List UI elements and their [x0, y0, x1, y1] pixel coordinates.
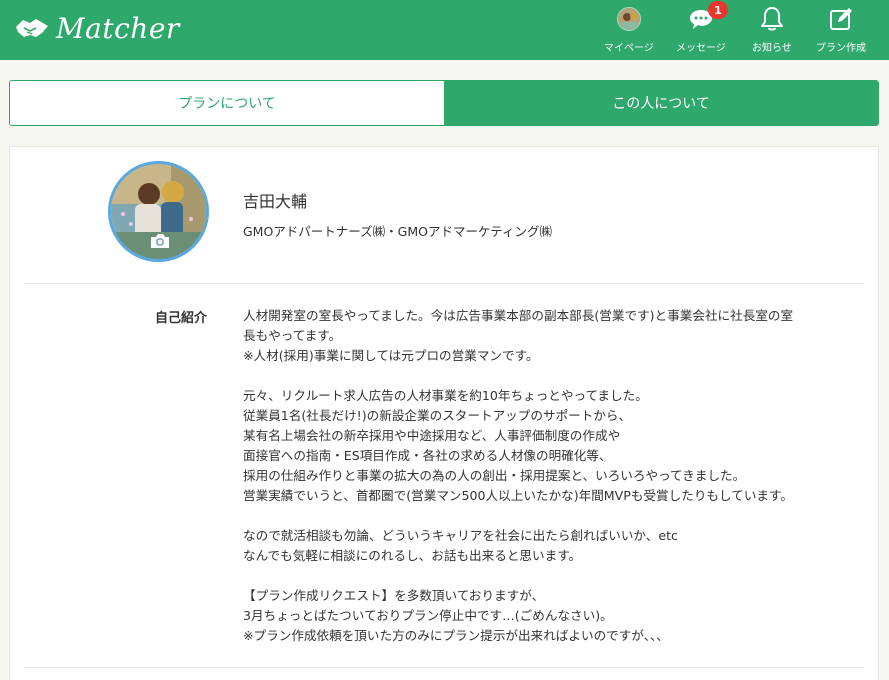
- intro-line: 長もやってます。: [243, 328, 342, 343]
- logo[interactable]: Matcher: [14, 8, 180, 48]
- intro-blank-line: [243, 506, 863, 526]
- intro-line: なので就活相談も勿論、どういうキャリアを社会に出たら創ればいいか、etc: [243, 528, 678, 543]
- intro-line: なんでも気軽に相談にのれるし、お話も出来ると思います。: [243, 548, 582, 563]
- intro-line: 採用の仕組み作りと事業の拡大の為の人の創出・採用提案と、いろいろやってきました。: [243, 468, 746, 483]
- logo-text: Matcher: [56, 11, 180, 45]
- app-header: Matcher マイページ 1 メッセージ お知らせ プラン作成: [0, 0, 889, 60]
- intro-line: 人材開発室の室長やってました。今は広告事業本部の副本部長(営業です)と事業会社に…: [243, 308, 794, 323]
- intro-line: 面接官への指南・ES項目作成・各社の求める人材像の明確化等、: [243, 448, 612, 463]
- profile-name: 吉田大輔: [243, 192, 308, 211]
- nav-mypage[interactable]: マイページ: [604, 4, 654, 56]
- intro-label: 自己紹介: [155, 311, 208, 326]
- message-badge: 1: [707, 1, 728, 19]
- bell-icon: [760, 7, 783, 31]
- intro-line: 【プラン作成リクエスト】を多数頂いておりますが、: [243, 588, 545, 603]
- intro-line: 元々、リクルート求人広告の人材事業を約10年ちょっとやってました。: [243, 388, 648, 403]
- camera-icon[interactable]: [149, 232, 171, 250]
- profile-card: 吉田大輔 GMOアドパートナーズ㈱・GMOアドマーケティング㈱ 自己紹介 人材開…: [9, 146, 879, 680]
- intro-blank-line: [243, 566, 863, 586]
- intro-blank-line: [243, 366, 863, 386]
- intro-line: 営業実績でいうと、首都圏で(営業マン500人以上いたかな)年間MVPも受賞したり…: [243, 488, 793, 503]
- intro-line: 従業員1名(社長だけ!)の新設企業のスタートアップのサポートから、: [243, 408, 632, 423]
- divider: [24, 283, 864, 284]
- intro-line: ※人材(採用)事業に関しては元プロの営業マンです。: [243, 348, 539, 363]
- profile-company: GMOアドパートナーズ㈱・GMOアドマーケティング㈱: [243, 224, 552, 239]
- handshake-icon: [16, 19, 48, 37]
- tab-bar: プランについて この人について: [9, 80, 879, 126]
- intro-text: 人材開発室の室長やってました。今は広告事業本部の副本部長(営業です)と事業会社に…: [243, 306, 863, 646]
- divider: [24, 667, 864, 668]
- tab-about-plan[interactable]: プランについて: [10, 81, 444, 125]
- intro-line: 某有名上場会社の新卒採用や中途採用など、人事評価制度の作成や: [243, 428, 621, 443]
- avatar: [616, 7, 641, 31]
- profile-photo[interactable]: [108, 161, 209, 262]
- nav-notifications[interactable]: お知らせ: [752, 4, 792, 56]
- nav-create-plan[interactable]: プラン作成: [816, 4, 866, 56]
- edit-icon: [830, 8, 852, 30]
- tab-about-person[interactable]: この人について: [444, 81, 878, 125]
- nav-messages[interactable]: 1 メッセージ: [676, 1, 728, 56]
- intro-line: ※プラン作成依頼を頂いた方のみにプラン提示が出来ればよいのですが、、、: [243, 628, 669, 643]
- intro-line: 3月ちょっとばたついておりプラン停止中です…(ごめんなさい)。: [243, 608, 613, 623]
